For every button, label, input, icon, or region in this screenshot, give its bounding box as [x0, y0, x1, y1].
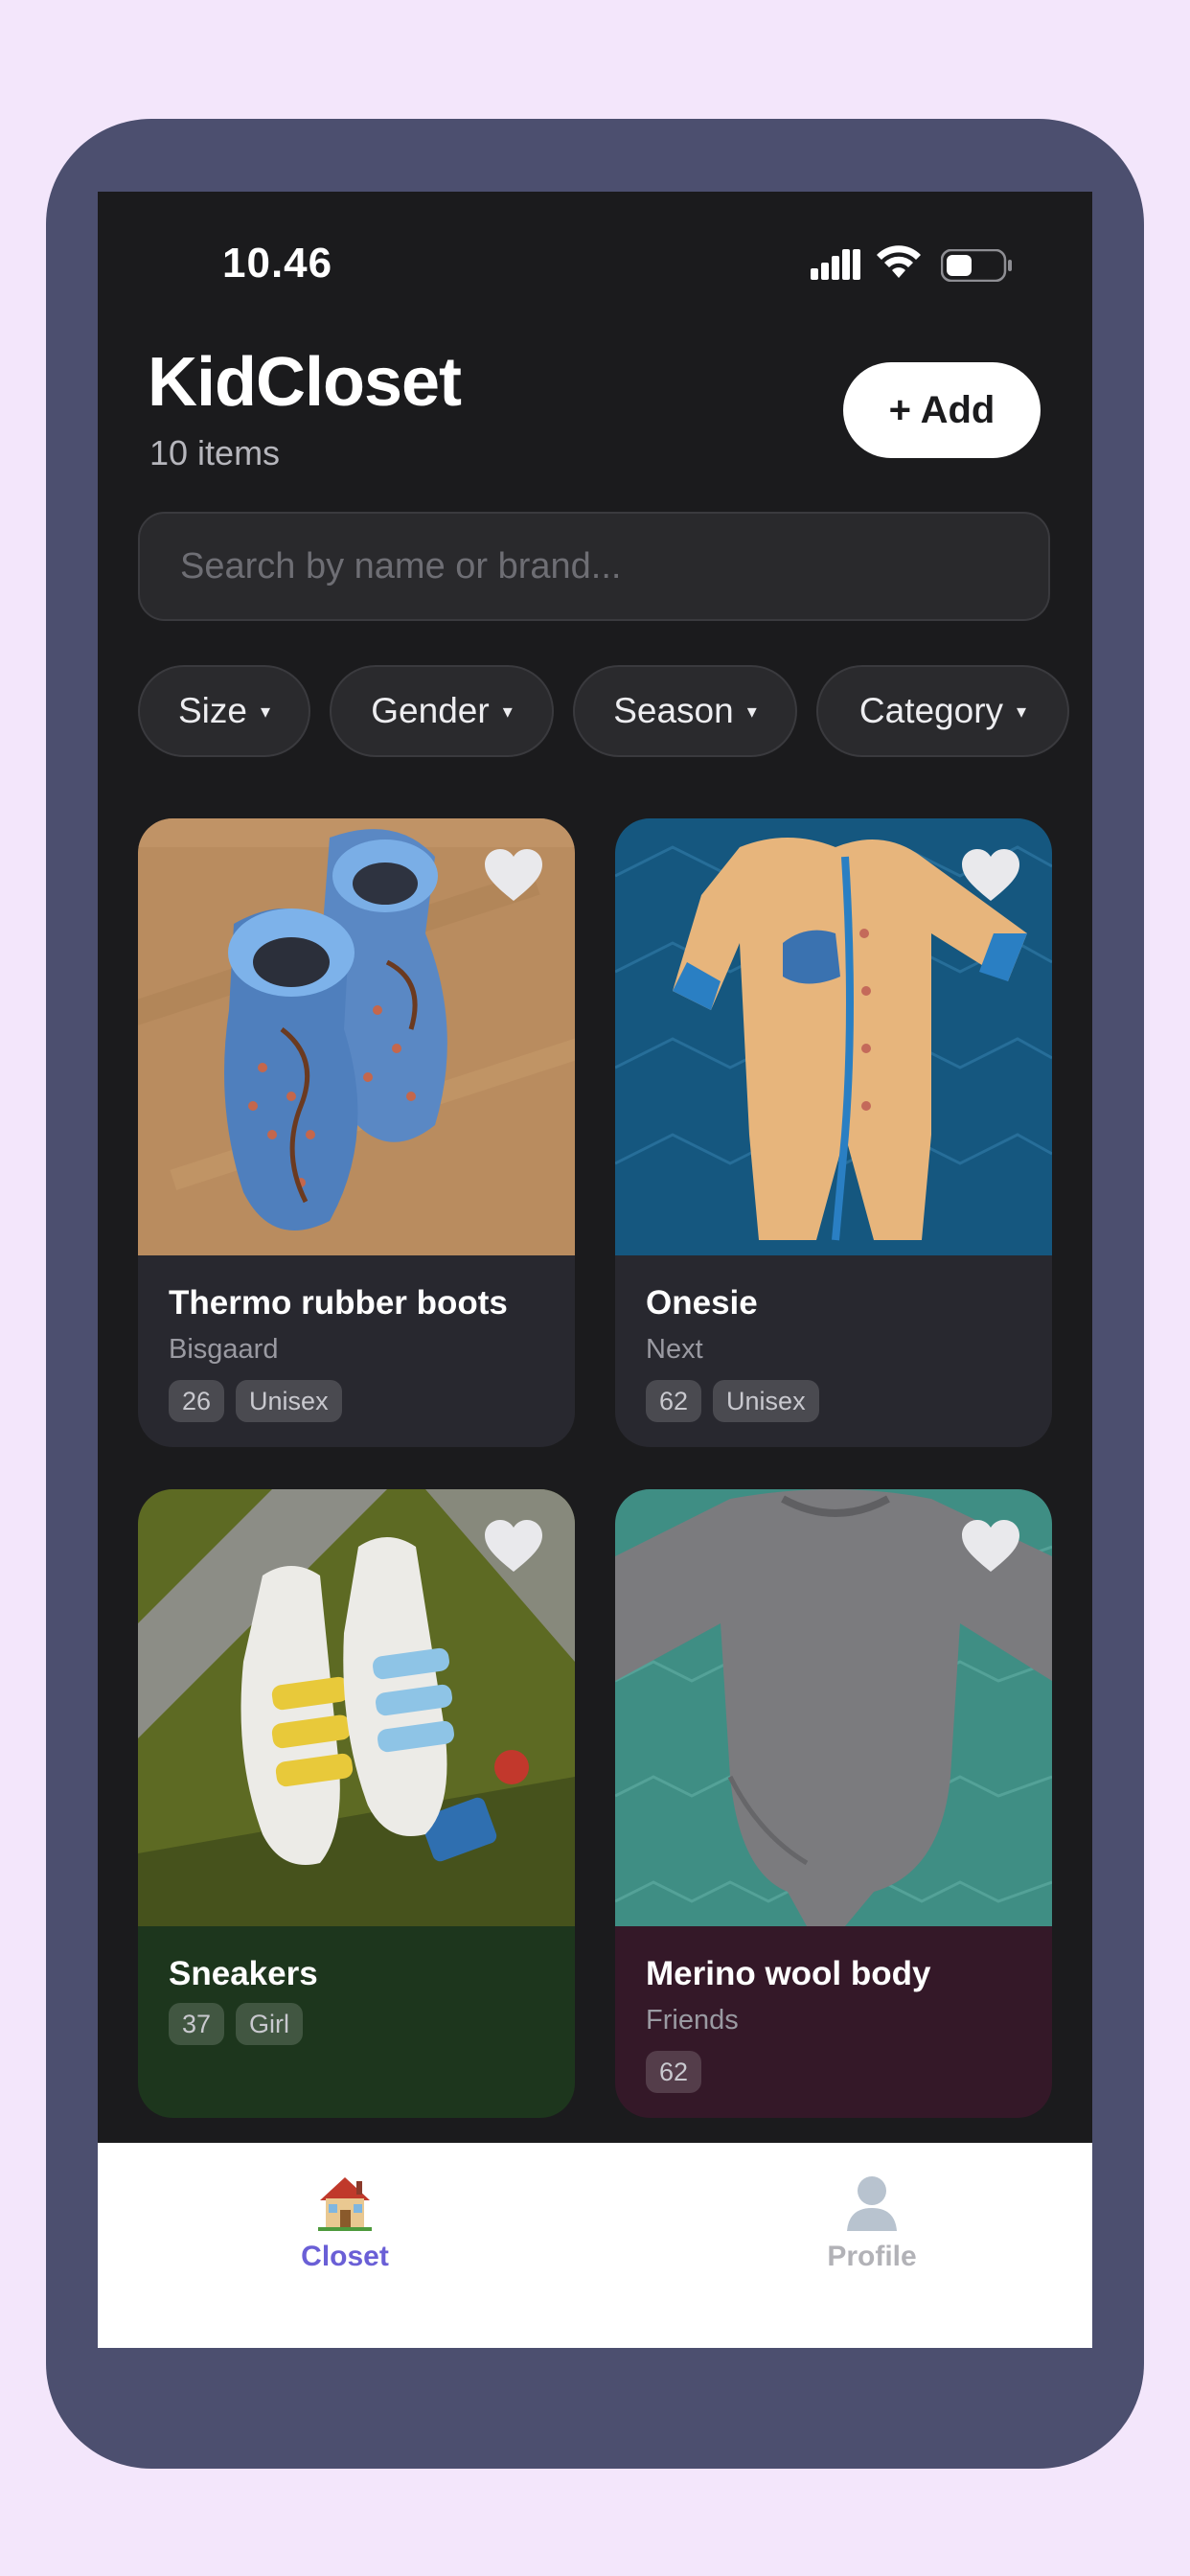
cellular-signal-icon	[811, 249, 860, 280]
size-tag: 26	[169, 1380, 225, 1422]
app-screen: 10.46 KidCloset 10 items + Add Search by…	[98, 192, 1092, 2348]
filter-category[interactable]: Category ▾	[816, 665, 1069, 757]
gender-tag: Girl	[236, 2003, 304, 2045]
filter-gender[interactable]: Gender ▾	[330, 665, 554, 757]
item-tags: 26 Unisex	[169, 1380, 342, 1422]
item-brand: Next	[646, 1334, 703, 1365]
person-icon	[847, 2176, 897, 2231]
card-info: Onesie Next 62 Unisex	[615, 1255, 1052, 1447]
search-input[interactable]: Search by name or brand...	[138, 512, 1050, 621]
chevron-down-icon: ▾	[502, 701, 513, 723]
heart-icon[interactable]	[485, 1520, 542, 1574]
tab-label: Profile	[827, 2241, 917, 2272]
gender-tag: Unisex	[713, 1380, 819, 1422]
item-name: Onesie	[646, 1284, 758, 1322]
item-brand: Bisgaard	[169, 1334, 279, 1365]
tab-label: Closet	[301, 2241, 389, 2272]
wifi-icon	[877, 245, 921, 278]
filter-label: Category	[858, 691, 1004, 730]
item-tags: 37 Girl	[169, 2003, 304, 2045]
item-name: Sneakers	[169, 1955, 318, 1992]
item-brand: Friends	[646, 2005, 739, 2036]
item-tags: 62	[646, 2051, 702, 2093]
item-card-sneakers[interactable]: Sneakers 37 Girl	[138, 1489, 575, 2118]
card-info: Merino wool body Friends 62	[615, 1926, 1052, 2118]
filter-label: Size	[177, 691, 247, 730]
size-tag: 62	[646, 2051, 702, 2093]
chevron-down-icon: ▾	[1017, 701, 1027, 723]
filter-season[interactable]: Season ▾	[573, 665, 797, 757]
tab-closet[interactable]: Closet	[249, 2172, 441, 2273]
item-tags: 62 Unisex	[646, 1380, 819, 1422]
gender-tag: Unisex	[236, 1380, 342, 1422]
filter-label: Gender	[371, 691, 490, 730]
tab-bar: Closet Profile	[98, 2143, 1092, 2348]
card-info: Thermo rubber boots Bisgaard 26 Unisex	[138, 1255, 575, 1447]
add-item-button[interactable]: + Add	[843, 362, 1041, 458]
house-icon	[318, 2177, 372, 2231]
size-tag: 37	[169, 2003, 225, 2045]
item-card-thermo-rubber-boots[interactable]: Thermo rubber boots Bisgaard 26 Unisex	[138, 818, 575, 1447]
heart-icon[interactable]	[485, 849, 542, 903]
filter-label: Season	[613, 691, 734, 730]
heart-icon[interactable]	[962, 849, 1019, 903]
item-name: Thermo rubber boots	[169, 1284, 508, 1322]
card-info: Sneakers 37 Girl	[138, 1926, 575, 2118]
filter-size[interactable]: Size ▾	[138, 665, 310, 757]
size-tag: 62	[646, 1380, 702, 1422]
app-title: KidCloset	[148, 344, 462, 421]
item-count: 10 items	[149, 433, 281, 472]
item-card-merino-wool-body[interactable]: Merino wool body Friends 62	[615, 1489, 1052, 2118]
status-time: 10.46	[222, 240, 333, 287]
heart-icon[interactable]	[962, 1520, 1019, 1574]
battery-icon	[941, 249, 1012, 282]
item-name: Merino wool body	[646, 1955, 931, 1992]
chevron-down-icon: ▾	[260, 701, 271, 723]
tab-profile[interactable]: Profile	[776, 2172, 968, 2273]
item-card-onesie[interactable]: Onesie Next 62 Unisex	[615, 818, 1052, 1447]
chevron-down-icon: ▾	[746, 701, 757, 723]
